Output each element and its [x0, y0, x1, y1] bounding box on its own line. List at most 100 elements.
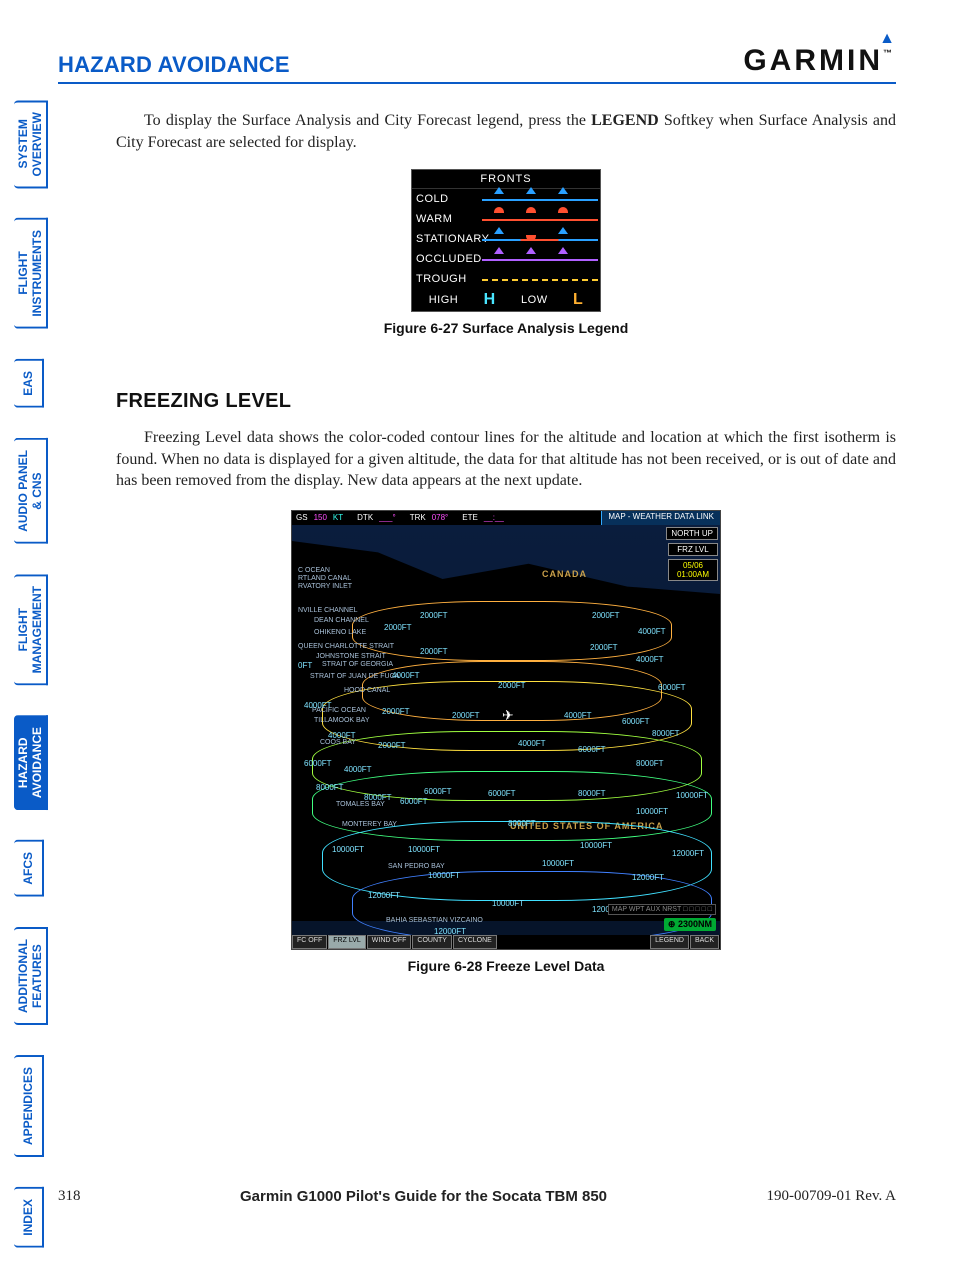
trk-label: TRK	[410, 513, 426, 522]
figure-6-27-caption: Figure 6-27 Surface Analysis Legend	[116, 320, 896, 336]
legend-header: FRONTS	[412, 170, 600, 189]
place-label: TILLAMOOK BAY	[314, 717, 370, 724]
place-label: MONTEREY BAY	[342, 821, 397, 828]
altitude-label: 4000FT	[564, 711, 592, 720]
altitude-label: 6000FT	[488, 789, 516, 798]
side-tabs: SYSTEMOVERVIEW FLIGHTINSTRUMENTS EAS AUDIO …	[14, 100, 48, 1277]
legend-row-stationary: STATIONARY	[412, 229, 600, 249]
dtk-value: ___°	[379, 513, 396, 522]
altitude-label: 10000FT	[332, 845, 364, 854]
dtk-label: DTK	[357, 513, 373, 522]
trough-icon	[482, 272, 598, 286]
softkey-wind-off[interactable]: WIND OFF	[367, 935, 412, 949]
place-label: COOS BAY	[320, 739, 356, 746]
warm-front-icon	[482, 212, 598, 226]
altitude-label: 2000FT	[498, 681, 526, 690]
garmin-delta-icon: ▲	[879, 30, 898, 48]
softkey-back[interactable]: BACK	[690, 935, 719, 949]
place-label: DEAN CHANNEL	[314, 617, 369, 624]
softkey-fc-off[interactable]: FC OFF	[292, 935, 327, 949]
altitude-label: 2000FT	[590, 643, 618, 652]
place-label: SAN PEDRO BAY	[388, 863, 445, 870]
softkey-legend[interactable]: LEGEND	[650, 935, 689, 949]
altitude-label: 8000FT	[316, 783, 344, 792]
place-label: RVATORY INLET	[298, 583, 352, 590]
altitude-label: 6000FT	[622, 717, 650, 726]
place-label: NVILLE CHANNEL	[298, 607, 358, 614]
figure-6-28-caption: Figure 6-28 Freeze Level Data	[116, 958, 896, 974]
tab-flight-instruments[interactable]: FLIGHTINSTRUMENTS	[14, 218, 48, 329]
softkey-county[interactable]: COUNTY	[412, 935, 452, 949]
legend-label: COLD	[414, 193, 482, 205]
tab-flight-management[interactable]: FLIGHTMANAGEMENT	[14, 574, 48, 685]
altitude-label: 4000FT	[518, 739, 546, 748]
tab-additional-features[interactable]: ADDITIONALFEATURES	[14, 927, 48, 1025]
page-group-indicator: MAP WPT AUX NRST □ □ □ □ □	[608, 904, 716, 915]
footer-rev: 190-00709-01 Rev. A	[767, 1188, 896, 1205]
tab-eas[interactable]: EAS	[14, 359, 44, 408]
legend-softkey-ref: LEGEND	[591, 112, 659, 129]
altitude-label: 8000FT	[364, 793, 392, 802]
gs-label: GS	[296, 513, 308, 522]
altitude-label: 6000FT	[578, 745, 606, 754]
tab-index[interactable]: INDEX	[14, 1187, 44, 1248]
altitude-label: 8000FT	[636, 759, 664, 768]
content-area: To display the Surface Analysis and City…	[116, 110, 896, 974]
paragraph-freezing: Freezing Level data shows the color-code…	[116, 427, 896, 492]
legend-row-occluded: OCCLUDED	[412, 249, 600, 269]
tab-hazard-avoidance[interactable]: HAZARDAVOIDANCE	[14, 715, 48, 810]
place-label: STRAIT OF GEORGIA	[322, 661, 393, 668]
garmin-logo: ▲ GARMIN™	[743, 44, 896, 78]
brand-text: GARMIN	[743, 44, 883, 77]
page-number: 318	[58, 1188, 81, 1205]
freeze-level-map: GS 150KT DTK ___° TRK 078° ETE __:__ MAP…	[291, 510, 721, 950]
tab-audio-panel-cns[interactable]: AUDIO PANEL& CNS	[14, 438, 48, 544]
p1-a: To display the Surface Analysis and City…	[144, 112, 591, 129]
place-label: BAHIA SEBASTIAN VIZCAINO	[386, 917, 483, 924]
altitude-label: 2000FT	[378, 741, 406, 750]
gs-unit: KT	[333, 513, 343, 522]
altitude-label: 2000FT	[420, 611, 448, 620]
altitude-label: 0FT	[298, 661, 312, 670]
altitude-label: 8000FT	[652, 729, 680, 738]
altitude-label: 10000FT	[492, 899, 524, 908]
altitude-label: 10000FT	[636, 807, 668, 816]
footer-title: Garmin G1000 Pilot's Guide for the Socat…	[240, 1188, 607, 1205]
low-icon: L	[573, 291, 583, 309]
altitude-label: 4000FT	[328, 731, 356, 740]
tab-appendices[interactable]: APPENDICES	[14, 1055, 44, 1157]
place-label: OHIKENO LAKE	[314, 629, 366, 636]
tab-system-overview[interactable]: SYSTEMOVERVIEW	[14, 100, 48, 188]
tab-afcs[interactable]: AFCS	[14, 840, 44, 897]
legend-row-trough: TROUGH	[412, 269, 600, 289]
trk-value: 078°	[432, 513, 449, 522]
altitude-label: 8000FT	[508, 819, 536, 828]
paragraph-intro: To display the Surface Analysis and City…	[116, 110, 896, 153]
ete-label: ETE	[462, 513, 478, 522]
altitude-label: 6000FT	[400, 797, 428, 806]
softkey-frz-lvl[interactable]: FRZ LVL	[328, 935, 366, 949]
low-label: LOW	[521, 294, 548, 306]
high-label: HIGH	[429, 294, 459, 306]
timestamp-badge: 05/0601:00AM	[668, 559, 718, 581]
altitude-label: 2000FT	[420, 647, 448, 656]
place-label: STRAIT OF JUAN DE FUCA	[310, 673, 399, 680]
page-footer: 318 Garmin G1000 Pilot's Guide for the S…	[58, 1188, 896, 1205]
legend-label: OCCLUDED	[414, 253, 482, 265]
softkey-cyclone[interactable]: CYCLONE	[453, 935, 497, 949]
altitude-label: 6000FT	[304, 759, 332, 768]
cold-front-icon	[482, 192, 598, 206]
legend-label: STATIONARY	[414, 233, 482, 245]
legend-label: TROUGH	[414, 273, 482, 285]
altitude-label: 6000FT	[424, 787, 452, 796]
altitude-label: 4000FT	[638, 627, 666, 636]
legend-row-pressure: HIGH H LOW L	[412, 289, 600, 311]
high-icon: H	[484, 291, 496, 309]
altitude-label: 12000FT	[632, 873, 664, 882]
altitude-label: 12000FT	[672, 849, 704, 858]
altitude-label: 12000FT	[368, 891, 400, 900]
place-label: JOHNSTONE STRAIT	[316, 653, 386, 660]
altitude-label: 2000FT	[592, 611, 620, 620]
altitude-label: 2000FT	[384, 623, 412, 632]
altitude-label: 10000FT	[408, 845, 440, 854]
